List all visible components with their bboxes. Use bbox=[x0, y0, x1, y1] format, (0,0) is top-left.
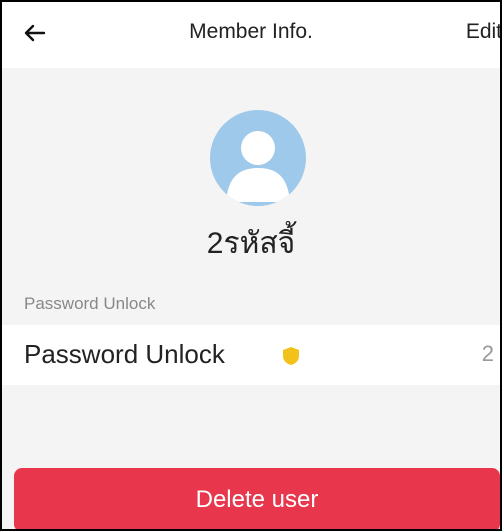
password-count: 2 bbox=[481, 341, 494, 366]
profile-section: 2รหัสจี้ bbox=[2, 68, 500, 288]
app-frame: Member Info. Edit 2รหัสจี้ Password Unlo… bbox=[0, 0, 502, 531]
section-label-password: Password Unlock bbox=[24, 294, 156, 313]
user-avatar-icon bbox=[210, 110, 306, 206]
delete-button-label: Delete user bbox=[195, 486, 319, 513]
shield-icon bbox=[283, 347, 299, 365]
password-unlock-row[interactable]: Password Unlock 2 bbox=[2, 325, 500, 385]
row-label: Password Unlock bbox=[24, 339, 225, 369]
delete-user-button[interactable]: Delete user bbox=[14, 468, 500, 529]
member-name: 2รหัสจี้ bbox=[206, 227, 296, 260]
page-title: Member Info. bbox=[189, 20, 313, 43]
header-bar: Member Info. Edit bbox=[2, 2, 500, 68]
edit-button[interactable]: Edit bbox=[466, 20, 500, 44]
